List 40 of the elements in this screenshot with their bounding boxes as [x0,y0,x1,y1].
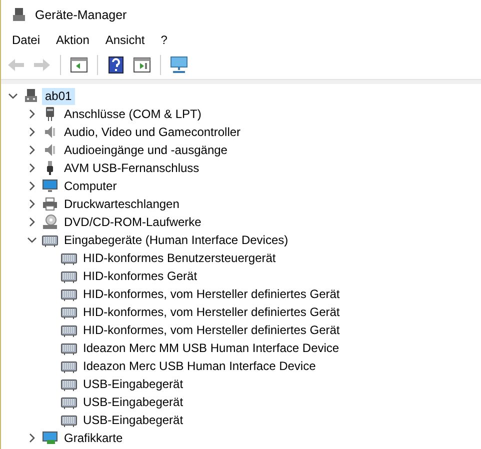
tree-item[interactable]: HID-konformes Benutzersteuergerät [80,250,279,266]
tree-item[interactable]: Druckwarteschlangen [61,196,182,212]
back-arrow-icon [7,58,25,72]
menu-item[interactable]: Datei [5,31,48,49]
speaker-icon [42,142,58,158]
computer-icon [23,88,39,104]
menu-item[interactable]: ? [154,31,174,49]
tree-item[interactable]: Ideazon Merc MM USB Human Interface Device [80,340,342,356]
disc-drive-icon [42,214,58,230]
speaker-icon [42,124,58,140]
computer-icon [11,6,27,22]
scan-button[interactable] [168,54,190,76]
tree-item[interactable]: Eingabegeräte (Human Interface Devices) [61,232,292,248]
tree-item[interactable]: HID-konformes, vom Hersteller definiertes Gerät [80,322,343,338]
tree-item[interactable]: Audioeingänge und -ausgänge [61,142,230,158]
display-adapter-icon [42,430,58,446]
tree-item[interactable]: HID-konformes Gerät [80,268,200,284]
menu-item[interactable]: Ansicht [98,31,152,49]
monitor-icon [42,178,58,194]
tree-item[interactable]: Grafikkarte [61,430,126,446]
panel-icon [133,57,151,73]
tree-item[interactable]: Ideazon Merc USB Human Interface Device [80,358,319,374]
panel-icon [70,57,88,73]
tree-item[interactable]: Anschlüsse (COM & LPT) [61,106,204,122]
window-title: Geräte-Manager [35,8,127,22]
tree-item[interactable]: USB-Eingabegerät [80,394,186,410]
help-icon [108,56,124,74]
tree-item[interactable]: HID-konformes, vom Hersteller definiertes Gerät [80,304,343,320]
tree-item[interactable]: ab01 [42,88,75,104]
tree-item[interactable]: AVM USB-Fernanschluss [61,160,202,176]
forward-arrow-icon [33,58,51,72]
menu-item[interactable]: Aktion [49,31,96,49]
tree-item[interactable]: USB-Eingabegerät [80,412,186,428]
monitor-scan-icon [169,56,189,74]
tree-item[interactable]: HID-konformes, vom Hersteller definiertes Gerät [80,286,343,302]
tree-item[interactable]: Computer [61,178,120,194]
tree-item[interactable]: USB-Eingabegerät [80,376,186,392]
tree-item[interactable]: Audio, Video und Gamecontroller [61,124,244,140]
tree-item[interactable]: DVD/CD-ROM-Laufwerke [61,214,204,230]
printer-icon [42,196,58,212]
